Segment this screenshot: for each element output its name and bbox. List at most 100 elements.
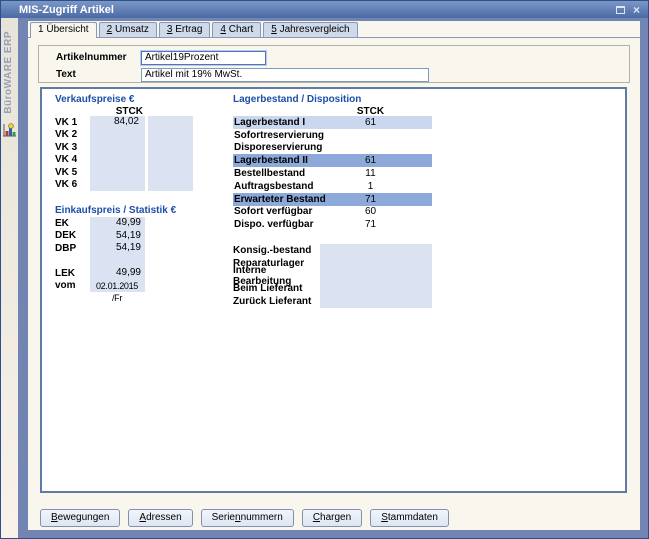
value-cell <box>90 166 145 179</box>
table-row: VK 4 <box>55 154 193 167</box>
table-row: VK 2 <box>55 129 193 142</box>
row-label: VK 6 <box>55 179 90 190</box>
table-row: LEK49,99 <box>55 267 145 280</box>
value-cell <box>320 257 432 270</box>
value-cell: 84,02 <box>90 116 145 129</box>
table-row: VK 6 <box>55 179 193 192</box>
table-row: Sofort verfügbar60 <box>233 206 432 219</box>
text-row: Text <box>56 67 629 82</box>
row-label: Auftragsbestand <box>233 181 348 192</box>
chargen-button[interactable]: Chargen <box>302 509 362 527</box>
value-cell: 60 <box>348 206 393 217</box>
value-cell-2 <box>148 129 193 142</box>
row-label: Disporeservierung <box>233 142 348 153</box>
value-cell: 71 <box>348 194 393 205</box>
value-cell: 02.01.2015 /Fr <box>90 280 145 293</box>
table-row: VK 5 <box>55 166 193 179</box>
tab-4-chart[interactable]: 4 Chart <box>212 22 261 37</box>
row-label: VK 3 <box>55 142 90 153</box>
table-row: Dispo. verfügbar71 <box>233 218 432 231</box>
tab-label: Chart <box>229 24 253 35</box>
table-row: Konsig.-bestand <box>233 244 432 257</box>
value-cell <box>90 255 145 268</box>
chart-tool-icon[interactable] <box>2 123 17 141</box>
row-label: VK 5 <box>55 167 90 178</box>
table-row: Disporeservierung <box>233 142 432 155</box>
table-row: Bestellbestand11 <box>233 167 432 180</box>
value-cell <box>90 154 145 167</box>
tab-strip: 1 Übersicht2 Umsatz3 Ertrag4 Chart5 Jahr… <box>28 21 640 38</box>
artikelnummer-input[interactable] <box>141 51 266 65</box>
brand-sidebar: BüroWARE ERP <box>1 18 18 538</box>
value-cell: 54,19 <box>90 242 145 255</box>
artikelnummer-label: Artikelnummer <box>56 52 141 63</box>
value-cell: 49,99 <box>90 217 145 230</box>
row-label: DEK <box>55 230 90 241</box>
window-controls: × <box>616 5 640 15</box>
titlebar: MIS-Zugriff Artikel × <box>1 1 648 18</box>
tab-label: Übersicht <box>46 24 88 35</box>
window-frame: BüroWARE ERP 1 Übersicht2 Umsatz3 Ertrag… <box>1 18 648 538</box>
value-cell <box>320 282 432 295</box>
row-label: DBP <box>55 243 90 254</box>
tab-1-übersicht[interactable]: 1 Übersicht <box>30 22 97 38</box>
table-row: Sofortreservierung <box>233 129 432 142</box>
footer-buttonbar: Bewegungen Adressen Seriennummern Chargen St… <box>40 509 449 527</box>
value-cell-2 <box>148 141 193 154</box>
row-label: VK 1 <box>55 117 90 128</box>
table-row: Erwarteter Bestand71 <box>233 193 432 206</box>
bewegungen-button[interactable]: Bewegungen <box>40 509 120 527</box>
text-input[interactable] <box>141 68 429 82</box>
value-cell: 1 <box>348 181 393 192</box>
tabpage-uebersicht: Artikelnummer Text Verkaufspreise € STCK <box>28 38 640 530</box>
value-cell-2 <box>148 154 193 167</box>
row-label: VK 2 <box>55 129 90 140</box>
maximize-icon[interactable] <box>616 6 625 14</box>
value-cell: 54,19 <box>90 230 145 243</box>
tab-5-jahresvergleich[interactable]: 5 Jahresvergleich <box>263 22 357 37</box>
row-label: Dispo. verfügbar <box>233 219 348 230</box>
dialog-frame: 1 Übersicht2 Umsatz3 Ertrag4 Chart5 Jahr… <box>18 18 648 538</box>
table-row: Lagerbestand II61 <box>233 154 432 167</box>
table-row: DEK54,19 <box>55 230 145 243</box>
row-label: Lagerbestand I <box>233 117 348 128</box>
table-row: Beim Lieferant <box>233 282 432 295</box>
sales-prices-heading: Verkaufspreise € <box>55 94 135 105</box>
value-cell: 11 <box>348 168 393 179</box>
table-row: DBP54,19 <box>55 242 145 255</box>
purchase-price-heading: Einkaufspreis / Statistik € <box>55 205 176 216</box>
table-row: VK 3 <box>55 141 193 154</box>
table-row <box>55 255 145 268</box>
overview-panel: Verkaufspreise € STCK VK 184,02VK 2VK 3V… <box>40 87 627 493</box>
dialog-content: 1 Übersicht2 Umsatz3 Ertrag4 Chart5 Jahr… <box>28 21 640 530</box>
row-label: vom <box>55 280 90 291</box>
tab-number: 4 <box>220 24 226 35</box>
tab-3-ertrag[interactable]: 3 Ertrag <box>159 22 211 37</box>
tab-2-umsatz[interactable]: 2 Umsatz <box>99 22 157 37</box>
table-row: EK49,99 <box>55 217 145 230</box>
value-cell: 49,99 <box>90 267 145 280</box>
app-window: MIS-Zugriff Artikel × BüroWARE ERP <box>0 0 649 539</box>
tab-label: Jahresvergleich <box>280 24 350 35</box>
row-label: Konsig.-bestand <box>233 245 320 256</box>
value-cell-2 <box>148 179 193 192</box>
value-cell <box>90 129 145 142</box>
text-label: Text <box>56 69 141 80</box>
row-label: EK <box>55 218 90 229</box>
close-icon[interactable]: × <box>633 5 640 15</box>
tab-label: Umsatz <box>115 24 149 35</box>
stammdaten-button[interactable]: Stammdaten <box>370 509 449 527</box>
value-cell-2 <box>148 116 193 129</box>
tab-number: 5 <box>271 24 277 35</box>
window-title: MIS-Zugriff Artikel <box>19 4 616 16</box>
row-label: VK 4 <box>55 154 90 165</box>
seriennummern-button[interactable]: Seriennummern <box>201 509 294 527</box>
value-cell <box>320 244 432 257</box>
stock-heading: Lagerbestand / Disposition <box>233 94 361 105</box>
row-label: Sofortreservierung <box>233 130 348 141</box>
row-label: Zurück Lieferant <box>233 296 320 307</box>
sales-price-table: VK 184,02VK 2 VK 3VK 4 VK 5VK 6 <box>55 116 193 191</box>
row-label: Lagerbestand II <box>233 155 348 166</box>
adressen-button[interactable]: Adressen <box>128 509 192 527</box>
table-row: vom02.01.2015 /Fr <box>55 280 145 293</box>
